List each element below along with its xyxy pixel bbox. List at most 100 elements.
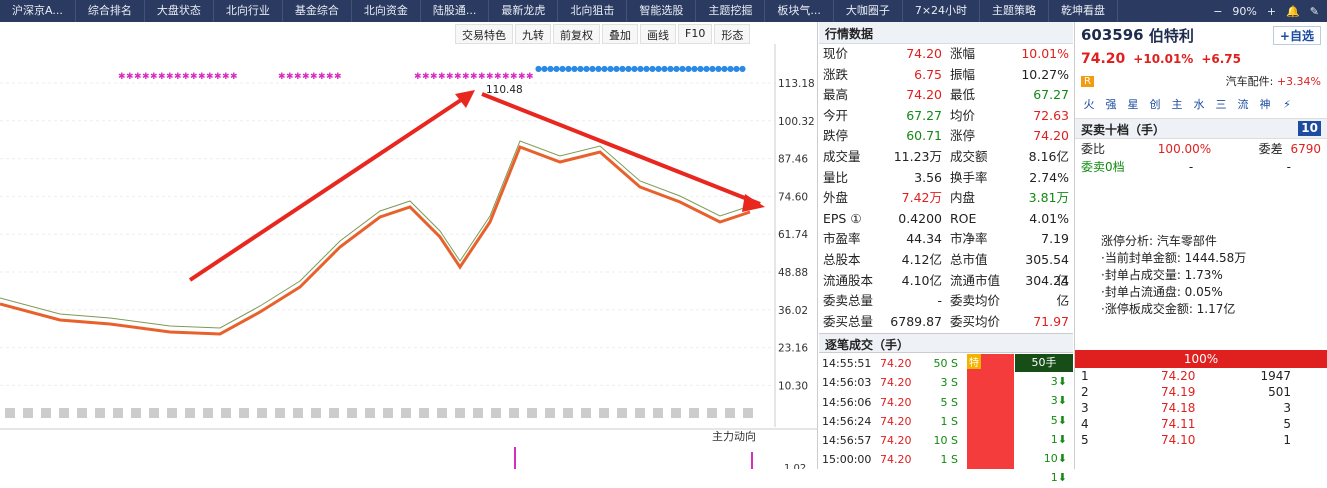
tick-vol-bar: 1⬇ xyxy=(1050,432,1067,446)
quote-value: 3.81万 xyxy=(1028,190,1069,206)
event-marker xyxy=(257,408,267,418)
buy-level-row: 4 74.11 5 xyxy=(1075,416,1327,432)
quote-value: - xyxy=(937,293,942,309)
ma-line xyxy=(0,145,751,336)
nav-tab[interactable]: 7×24小时 xyxy=(903,0,981,22)
nav-tab[interactable]: 基金综合 xyxy=(283,0,352,22)
buy-level-row: 1 74.20 1947 xyxy=(1075,368,1327,384)
nav-tab[interactable]: 板块气... xyxy=(765,0,834,22)
book-title: 买卖十档（手） xyxy=(1081,123,1166,137)
category-tab[interactable]: 神 xyxy=(1255,96,1275,114)
category-tab[interactable]: 创 xyxy=(1145,96,1165,114)
signal-marker: ✱ xyxy=(334,72,342,82)
event-marker xyxy=(653,408,663,418)
quote-label: 流通股本 xyxy=(823,272,874,288)
event-marker xyxy=(131,408,141,418)
nav-tab[interactable]: 陆股通... xyxy=(421,0,490,22)
quote-value: 67.27 xyxy=(1033,87,1069,103)
sector-chg: +3.34% xyxy=(1276,75,1321,88)
tick-vol-bar: 10⬇ xyxy=(1043,452,1067,466)
tick-time: 14:56:06 xyxy=(822,395,872,409)
signal-marker: ✱ xyxy=(142,72,150,82)
quote-row: 量比 3.56 换手率 2.74% xyxy=(819,168,1073,189)
limit-line: ·当前封单金额: 1444.58万 xyxy=(1101,251,1247,265)
category-tab[interactable]: 流 xyxy=(1233,96,1253,114)
category-tab[interactable]: 三 xyxy=(1211,96,1231,114)
limit-line: ·封单占成交量: 1.73% xyxy=(1101,268,1223,282)
event-marker xyxy=(167,408,177,418)
nav-tab[interactable]: 沪深京A... xyxy=(0,0,76,22)
signal-marker: ✱ xyxy=(518,72,526,82)
sector-name[interactable]: 汽车配件 xyxy=(1226,75,1270,88)
volume-bar: 特 xyxy=(967,354,1014,469)
sell0-vol: - xyxy=(1286,160,1291,174)
category-tab[interactable]: ⚡ xyxy=(1277,96,1297,114)
category-tab[interactable]: 水 xyxy=(1189,96,1209,114)
category-tab[interactable]: 主 xyxy=(1167,96,1187,114)
trend-up-arrow xyxy=(188,92,472,282)
kline-chart[interactable]: 交易特色 九转 前复权 叠加 画线 F10 形态 113.18 100.32 87.46 74.6… xyxy=(0,22,818,469)
nav-tab[interactable]: 综合排名 xyxy=(76,0,145,22)
nav-tab[interactable]: 大咖圈子 xyxy=(834,0,903,22)
quote-value: 11.23万 xyxy=(893,148,942,164)
category-tab[interactable]: 火 xyxy=(1079,96,1099,114)
category-bar: 火强星创主水三流神 ⚡ xyxy=(1075,92,1327,119)
sub-tick-label: 1.02 xyxy=(784,463,806,469)
quote-label: 现价 xyxy=(823,46,849,61)
level-price: 74.10 xyxy=(1161,433,1196,447)
tick-vol: 50 S xyxy=(933,357,958,370)
limit-analysis: 涨停分析: 汽车零部件 ·当前封单金额: 1444.58万 ·封单占成交量: 1.7… xyxy=(1075,233,1327,318)
nav-tab[interactable]: 大盘状态 xyxy=(145,0,214,22)
bell-icon[interactable]: 🔔 xyxy=(1286,5,1300,18)
book-level-button[interactable]: 10 xyxy=(1298,121,1321,136)
edit-icon[interactable]: ✎ xyxy=(1310,5,1319,18)
vol-header: 50手 xyxy=(1015,354,1073,372)
nav-tab[interactable]: 最新龙虎 xyxy=(489,0,559,22)
category-tab[interactable]: 强 xyxy=(1101,96,1121,114)
nav-tab[interactable]: 乾坤看盘 xyxy=(1049,0,1119,22)
event-marker xyxy=(437,408,447,418)
level-price: 74.18 xyxy=(1161,401,1196,415)
nav-tab[interactable]: 北向行业 xyxy=(214,0,283,22)
category-tab[interactable]: 星 xyxy=(1123,96,1143,114)
special-tag: 特 xyxy=(967,354,981,369)
event-marker xyxy=(671,408,681,418)
nav-tab[interactable]: 主题策略 xyxy=(980,0,1050,22)
event-marker xyxy=(743,408,753,418)
signal-marker: ✱ xyxy=(430,72,438,82)
quote-value: 10.01% xyxy=(1021,46,1069,61)
stock-code: 603596 xyxy=(1081,26,1144,44)
level-vol: 1 xyxy=(1283,433,1291,447)
signal-marker: ✱ xyxy=(182,72,190,82)
badge-icon: R xyxy=(1081,75,1094,87)
quote-value: 6.75 xyxy=(914,66,942,82)
ticks-header: 逐笔成交（手） xyxy=(819,333,1073,353)
plus-icon[interactable]: + xyxy=(1267,5,1276,18)
nav-tab[interactable]: 智能选股 xyxy=(627,0,697,22)
quote-label: 委买总量 xyxy=(823,313,874,329)
add-label: 自选 xyxy=(1289,28,1314,43)
buy-level-row: 5 74.10 1 xyxy=(1075,432,1327,448)
nav-tab[interactable]: 北向资金 xyxy=(352,0,421,22)
quote-label: EPS ① xyxy=(823,210,862,226)
quote-value: 6789.87 xyxy=(890,313,942,329)
signal-marker: ✱ xyxy=(494,72,502,82)
signal-marker: ✱ xyxy=(486,72,494,82)
event-marker xyxy=(527,408,537,418)
tick-row: 14:56:24 74.20 1 S xyxy=(819,412,967,431)
level-vol: 3 xyxy=(1283,401,1291,415)
nav-tab[interactable]: 主题挖掘 xyxy=(696,0,766,22)
tick-price: 74.20 xyxy=(880,376,912,390)
nav-tab[interactable]: 北向狙击 xyxy=(558,0,628,22)
add-watchlist-button[interactable]: +自选 xyxy=(1272,25,1321,45)
event-marker xyxy=(455,408,465,418)
quote-row: 总股本 4.12亿 总市值 305.54亿 xyxy=(819,250,1073,288)
quote-value: 74.20 xyxy=(906,87,942,103)
event-marker xyxy=(365,408,375,418)
level-no: 2 xyxy=(1081,385,1089,399)
tick-time: 15:00:00 xyxy=(822,453,872,467)
kline-svg[interactable]: 113.18 100.32 87.46 74.60 61.74 48.88 36.02 23.… xyxy=(0,22,818,469)
minus-icon[interactable]: − xyxy=(1213,5,1222,18)
quote-label: 委买均价 xyxy=(950,313,1001,329)
quote-label: 最高 xyxy=(823,87,849,103)
